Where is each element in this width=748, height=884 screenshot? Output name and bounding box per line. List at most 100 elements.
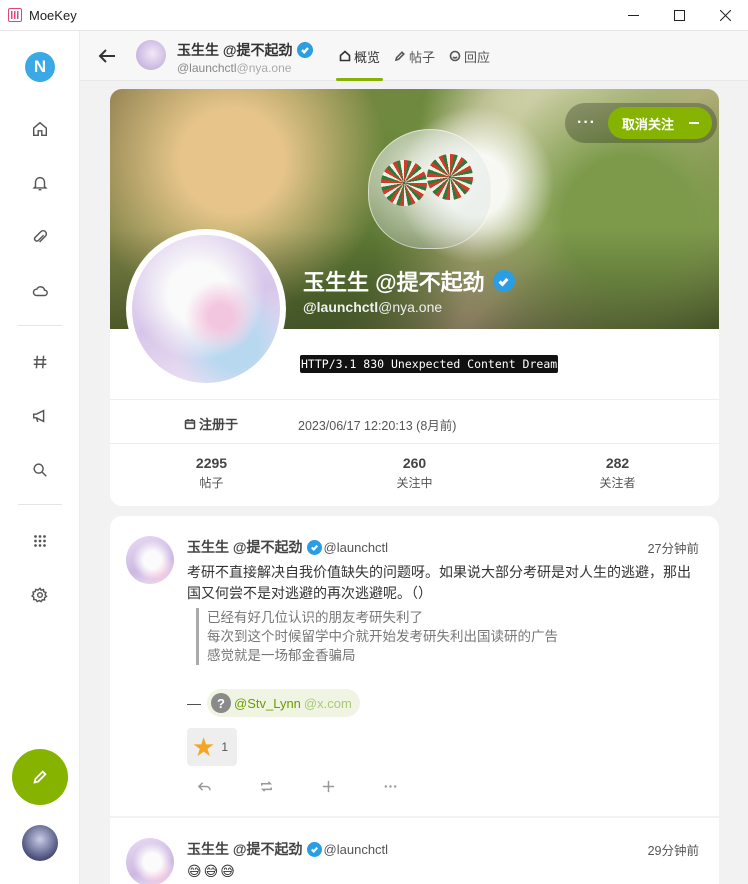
profile-host-text: @nya.one xyxy=(378,299,443,315)
unknown-avatar-icon: ? xyxy=(211,693,231,713)
stat-following[interactable]: 260 关注中 xyxy=(313,455,516,495)
paperclip-icon[interactable] xyxy=(28,225,52,249)
header-avatar xyxy=(136,40,166,70)
close-icon[interactable] xyxy=(702,0,748,31)
profile-handle: @launchctl@nya.one xyxy=(303,299,442,315)
reaction-button[interactable]: ★ 1 xyxy=(187,728,237,766)
header-name-text: 玉生生 @提不起劲 xyxy=(177,42,293,58)
pencil-icon xyxy=(33,770,47,784)
app-icon xyxy=(8,8,22,22)
profile-field-row: 注册于 2023/06/17 12:20:13 (8月前) xyxy=(110,399,719,444)
verified-icon xyxy=(306,841,322,857)
quote-line: 每次到这个时候留学中介就开始发考研失利出国读研的广告 xyxy=(207,629,558,644)
verified-icon xyxy=(296,42,313,58)
tab-replies-label: 回应 xyxy=(464,49,491,65)
field-label-text: 注册于 xyxy=(199,417,239,432)
attribution-dash: — xyxy=(187,695,201,711)
note-avatar[interactable] xyxy=(126,536,174,584)
verified-icon xyxy=(306,539,322,555)
stat-notes-value: 2295 xyxy=(195,455,228,471)
home-icon[interactable] xyxy=(28,117,52,141)
gear-icon[interactable] xyxy=(28,583,52,607)
stat-followers-value: 282 xyxy=(605,455,630,471)
maximize-icon[interactable] xyxy=(656,0,702,31)
home-icon xyxy=(339,50,351,62)
more-icon[interactable] xyxy=(380,776,400,796)
back-button[interactable] xyxy=(96,45,118,67)
minus-icon xyxy=(689,122,699,124)
unfollow-label: 取消关注 xyxy=(621,116,674,132)
window-controls xyxy=(610,0,748,31)
pencil-icon xyxy=(394,51,405,62)
note-quote: 已经有好几位认识的朋友考研失利了 每次到这个时候留学中介就开始发考研失利出国读研… xyxy=(196,608,558,665)
note-author-handle: @launchctl xyxy=(323,539,389,555)
stat-followers[interactable]: 282 关注者 xyxy=(516,455,719,495)
unfollow-button[interactable]: 取消关注 xyxy=(607,107,712,139)
reply-icon[interactable] xyxy=(194,776,214,796)
stat-following-label: 关注中 xyxy=(396,476,433,490)
header-user-name: 玉生生 @提不起劲 xyxy=(177,40,313,60)
sidebar-divider xyxy=(18,325,62,326)
cloud-icon[interactable] xyxy=(28,279,52,303)
tab-replies[interactable]: 回应 xyxy=(446,31,493,81)
stat-notes-label: 帖子 xyxy=(199,476,224,490)
stat-following-value: 260 xyxy=(402,455,427,471)
note-header: 玉生生 @提不起劲 @launchctl 29分钟前 xyxy=(187,840,699,858)
profile-handle-text: @launchctl xyxy=(303,299,379,315)
tab-overview[interactable]: 概览 xyxy=(336,31,384,81)
mention-chip[interactable]: ? @Stv_Lynn @x.com xyxy=(207,689,360,717)
profile-avatar[interactable] xyxy=(126,229,286,389)
follow-controls: ··· 取消关注 xyxy=(565,103,717,143)
bell-icon[interactable] xyxy=(28,171,52,195)
tab-overview-label: 概览 xyxy=(354,49,381,65)
profile-stats: 2295 帖子 260 关注中 282 关注者 xyxy=(110,455,719,495)
note-timestamp[interactable]: 29分钟前 xyxy=(648,840,699,859)
header-handle-text: @launchctl xyxy=(177,61,237,75)
profile-display-name: 玉生生 @提不起劲 xyxy=(303,265,515,297)
plus-icon[interactable] xyxy=(318,776,338,796)
verified-icon xyxy=(492,270,515,292)
profile-bio: HTTP/3.1 830 Unexpected Content Dream xyxy=(300,355,559,373)
quote-line: 感觉就是一场郁金香骗局 xyxy=(207,648,356,663)
more-menu-button[interactable]: ··· xyxy=(577,114,596,132)
renote-icon[interactable] xyxy=(256,776,276,796)
note-author-name[interactable]: 玉生生 @提不起劲 xyxy=(187,537,303,557)
megaphone-icon[interactable] xyxy=(28,404,52,428)
note-item: 玉生生 @提不起劲 @launchctl 27分钟前 考研不直接解决自我价值缺失… xyxy=(110,516,719,816)
minimize-icon[interactable] xyxy=(610,0,656,31)
mention-host: @x.com xyxy=(303,695,352,711)
window-title: MoeKey xyxy=(29,7,77,23)
sidebar: N xyxy=(0,31,80,884)
note-author-name[interactable]: 玉生生 @提不起劲 xyxy=(187,839,303,859)
stat-followers-label: 关注者 xyxy=(599,476,636,490)
profile-card: ··· 取消关注 玉生生 @提不起劲 @launchctl@nya.one HT… xyxy=(110,89,719,506)
tab-notes[interactable]: 帖子 xyxy=(391,31,438,81)
page-header: 玉生生 @提不起劲 @launchctl@nya.one 概览 帖子 回应 xyxy=(80,31,748,81)
smile-icon xyxy=(449,50,461,62)
title-bar: MoeKey xyxy=(0,0,748,31)
instance-logo[interactable]: N xyxy=(25,52,55,82)
tab-notes-label: 帖子 xyxy=(409,49,436,65)
profile-tabs: 概览 帖子 回应 xyxy=(336,31,501,81)
note-attribution: — ? @Stv_Lynn @x.com xyxy=(187,689,360,717)
mention-user: @Stv_Lynn xyxy=(234,695,301,711)
account-avatar[interactable] xyxy=(22,825,58,861)
hash-icon[interactable] xyxy=(28,350,52,374)
note-timestamp[interactable]: 27分钟前 xyxy=(648,538,699,557)
note-author-handle: @launchctl xyxy=(323,841,389,857)
note-actions xyxy=(194,776,400,796)
note-item: 玉生生 @提不起劲 @launchctl 29分钟前 😅😅😅 xyxy=(110,818,719,884)
grid-icon[interactable] xyxy=(28,529,52,553)
note-avatar[interactable] xyxy=(126,838,174,884)
calendar-icon xyxy=(184,418,196,429)
profile-name-text: 玉生生 @提不起劲 xyxy=(303,270,485,295)
star-icon: ★ xyxy=(192,732,216,762)
stat-notes[interactable]: 2295 帖子 xyxy=(110,455,313,495)
note-header: 玉生生 @提不起劲 @launchctl 27分钟前 xyxy=(187,538,699,556)
compose-button[interactable] xyxy=(12,749,68,805)
sidebar-divider xyxy=(18,504,62,505)
note-text: 考研不直接解决自我价值缺失的问题呀。如果说大部分考研是对人生的逃避，那出国又何尝… xyxy=(187,564,691,601)
arrow-left-icon xyxy=(98,49,115,63)
search-icon[interactable] xyxy=(28,458,52,482)
quote-line: 已经有好几位认识的朋友考研失利了 xyxy=(207,610,423,625)
